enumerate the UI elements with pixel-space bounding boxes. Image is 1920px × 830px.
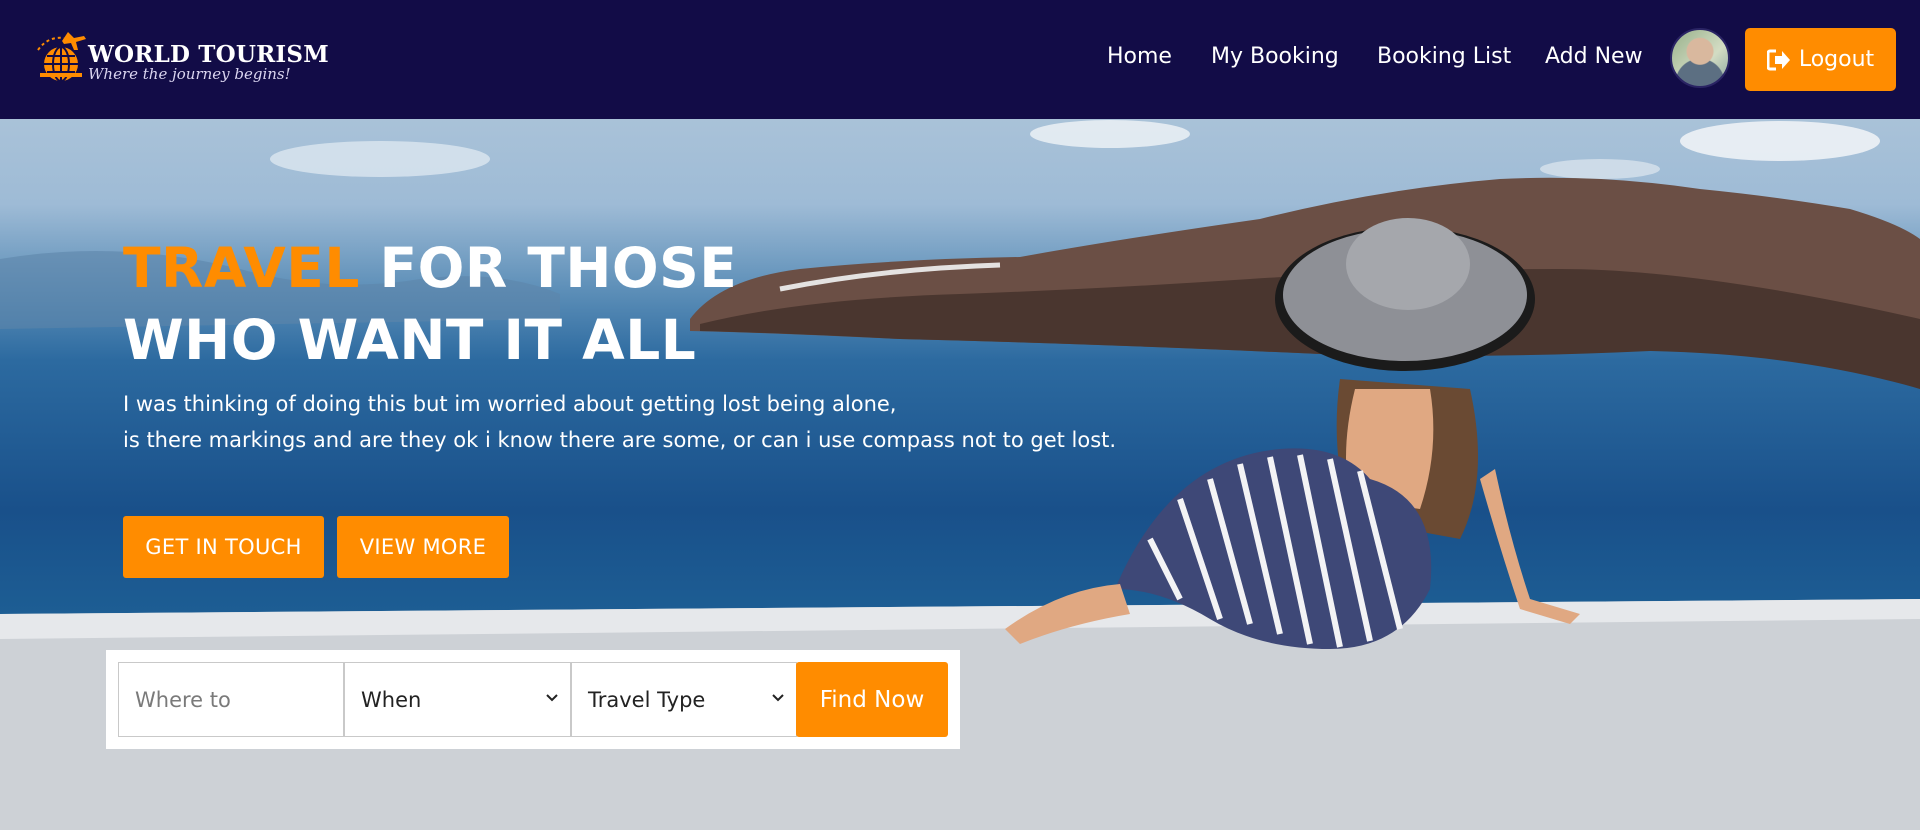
find-now-button[interactable]: Find Now xyxy=(796,662,948,737)
hero-heading: TRAVEL FOR THOSE WHO WANT IT ALL xyxy=(123,232,737,376)
travel-type-select[interactable]: Travel Type xyxy=(571,662,797,737)
brand-tagline: Where the journey begins! xyxy=(88,65,291,83)
user-avatar[interactable] xyxy=(1670,28,1730,88)
logout-label: Logout xyxy=(1798,47,1875,72)
brand-logo-link[interactable]: WORLD TOURISM Where the journey begins! xyxy=(34,28,329,84)
hero-description-line2: is there markings and are they ok i know… xyxy=(123,428,1117,452)
travel-type-select-value: Travel Type xyxy=(588,687,706,712)
nav-link-booking-list[interactable]: Booking List xyxy=(1377,44,1511,69)
sign-out-icon xyxy=(1766,49,1790,70)
hero-heading-accent: TRAVEL xyxy=(123,236,360,300)
chevron-down-icon xyxy=(772,694,784,702)
search-panel: Where to When Travel Type Find Now xyxy=(106,650,960,749)
get-in-touch-button[interactable]: GET IN TOUCH xyxy=(123,516,324,578)
nav-link-home[interactable]: Home xyxy=(1107,44,1172,69)
hero-description: I was thinking of doing this but im worr… xyxy=(123,386,1116,458)
nav-link-add-new[interactable]: Add New xyxy=(1545,44,1643,69)
globe-plane-logo-icon xyxy=(37,32,86,82)
hero-heading-line2: WHO WANT IT ALL xyxy=(123,308,697,372)
top-navbar: WORLD TOURISM Where the journey begins! … xyxy=(0,0,1920,119)
logout-button[interactable]: Logout xyxy=(1745,28,1896,91)
view-more-button[interactable]: VIEW MORE xyxy=(337,516,509,578)
nav-link-my-booking[interactable]: My Booking xyxy=(1211,44,1339,69)
chevron-down-icon xyxy=(546,694,558,702)
hero-description-line1: I was thinking of doing this but im worr… xyxy=(123,392,897,416)
when-select-value: When xyxy=(361,687,422,712)
hero-heading-line1: FOR THOSE xyxy=(359,236,738,300)
where-to-input[interactable]: Where to xyxy=(118,662,344,737)
when-select[interactable]: When xyxy=(344,662,571,737)
